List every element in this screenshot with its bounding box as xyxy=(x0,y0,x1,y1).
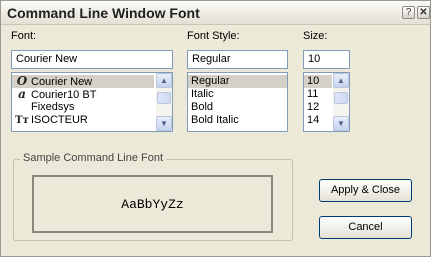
font-style-list-item[interactable]: Regular xyxy=(188,75,287,88)
font-list-item-label: Courier10 BT xyxy=(31,89,97,101)
size-list-item[interactable]: 11 xyxy=(304,88,332,101)
size-list-item[interactable]: 14 xyxy=(304,114,332,127)
chevron-down-icon[interactable]: ▼ xyxy=(333,116,349,131)
size-list-item[interactable]: 12 xyxy=(304,101,332,114)
font-style-list-item[interactable]: Bold xyxy=(188,101,287,114)
cancel-button[interactable]: Cancel xyxy=(319,216,412,239)
size-input[interactable]: 10 xyxy=(303,50,350,69)
font-label: Font: xyxy=(11,30,37,42)
font-style-list-item[interactable]: Italic xyxy=(188,88,287,101)
truetype-font-icon: Tт xyxy=(15,115,29,126)
chevron-down-icon[interactable]: ▼ xyxy=(156,116,172,131)
command-line-window-font-dialog: Command Line Window Font ? ✕ Font: Couri… xyxy=(0,0,431,257)
scroll-thumb[interactable] xyxy=(334,92,348,104)
font-input[interactable]: Courier New xyxy=(11,50,173,69)
font-list-item[interactable]: a Courier10 BT xyxy=(12,87,154,102)
title-bar[interactable]: Command Line Window Font ? ✕ xyxy=(1,1,430,25)
chevron-up-icon[interactable]: ▲ xyxy=(333,73,349,88)
window-title: Command Line Window Font xyxy=(7,5,200,21)
type1-font-icon: a xyxy=(18,87,26,101)
size-label: Size: xyxy=(303,30,328,42)
font-style-input[interactable]: Regular xyxy=(187,50,288,69)
sample-preview: AaBbYyZz xyxy=(32,175,273,233)
size-list[interactable]: 10 11 12 14 ▲ ▼ xyxy=(303,72,350,132)
font-style-list[interactable]: Regular Italic Bold Bold Italic xyxy=(187,72,288,132)
sample-groupbox: Sample Command Line Font AaBbYyZz xyxy=(13,152,293,241)
font-list-item-label: ISOCTEUR xyxy=(31,114,88,126)
scroll-thumb[interactable] xyxy=(157,92,171,104)
font-list-item[interactable]: Tт ISOCTEUR xyxy=(12,114,154,127)
help-icon[interactable]: ? xyxy=(402,6,415,19)
font-list-item-label: Courier New xyxy=(31,76,93,88)
sample-text: AaBbYyZz xyxy=(121,196,184,212)
font-list-item[interactable]: O Courier New xyxy=(12,75,154,88)
font-style-list-item[interactable]: Bold Italic xyxy=(188,114,287,127)
close-icon[interactable]: ✕ xyxy=(417,6,430,19)
size-list-scrollbar[interactable]: ▲ ▼ xyxy=(333,73,349,131)
chevron-up-icon[interactable]: ▲ xyxy=(156,73,172,88)
font-list-scrollbar[interactable]: ▲ ▼ xyxy=(156,73,172,131)
sample-group-title: Sample Command Line Font xyxy=(20,152,167,164)
font-style-label: Font Style: xyxy=(187,30,240,42)
size-list-item[interactable]: 10 xyxy=(304,75,332,88)
font-list-item-label: Fixedsys xyxy=(31,101,75,113)
apply-close-button[interactable]: Apply & Close xyxy=(319,179,412,202)
font-list-item[interactable]: Fixedsys xyxy=(12,101,154,114)
font-list[interactable]: O Courier New a Courier10 BT Fixedsys Tт ISOCT… xyxy=(11,72,173,132)
